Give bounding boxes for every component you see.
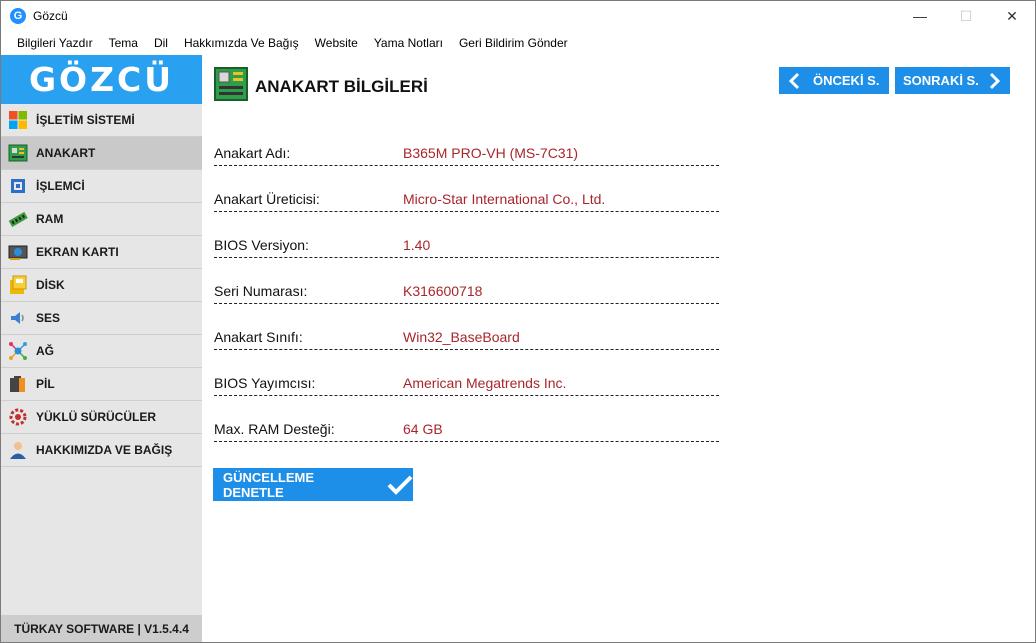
sidebar-item-drivers[interactable]: YÜKLÜ SÜRÜCÜLER	[1, 401, 202, 434]
info-row-max-ram: Max. RAM Desteği: 64 GB	[214, 413, 719, 459]
menu-patch-notes[interactable]: Yama Notları	[366, 36, 451, 50]
gpu-icon	[7, 242, 29, 262]
sidebar-item-label: YÜKLÜ SÜRÜCÜLER	[36, 410, 156, 424]
minimize-button[interactable]: —	[897, 1, 943, 31]
previous-page-label: ÖNCEKİ S.	[813, 73, 880, 88]
info-row-serial-number: Seri Numarası: K316600718	[214, 275, 719, 321]
disk-icon	[7, 275, 29, 295]
sidebar-item-label: AĞ	[36, 344, 54, 358]
info-value: Win32_BaseBoard	[403, 329, 520, 345]
person-icon	[7, 440, 29, 460]
info-row-manufacturer: Anakart Üreticisi: Micro-Star Internatio…	[214, 183, 719, 229]
menu-language[interactable]: Dil	[146, 36, 176, 50]
app-logo-icon: G	[10, 8, 26, 24]
window-controls: — ☐ ✕	[897, 1, 1035, 31]
sidebar-item-label: İŞLETİM SİSTEMİ	[36, 113, 135, 127]
sidebar-item-network[interactable]: AĞ	[1, 335, 202, 368]
next-page-label: SONRAKİ S.	[903, 73, 979, 88]
menu-website[interactable]: Website	[307, 36, 366, 50]
sidebar-item-disk[interactable]: DİSK	[1, 269, 202, 302]
info-label: Anakart Üreticisi:	[214, 191, 320, 207]
window-title: Gözcü	[33, 9, 68, 23]
sidebar-item-label: İŞLEMCİ	[36, 179, 85, 193]
next-page-button[interactable]: SONRAKİ S.	[895, 67, 1010, 94]
info-label: Anakart Sınıfı:	[214, 329, 303, 345]
motherboard-icon	[7, 143, 29, 163]
close-button[interactable]: ✕	[989, 1, 1035, 31]
separator	[214, 441, 719, 447]
menu-send-feedback[interactable]: Geri Bildirim Gönder	[451, 36, 576, 50]
info-label: Seri Numarası:	[214, 283, 308, 299]
info-label: Max. RAM Desteği:	[214, 421, 335, 437]
checkmark-icon	[387, 475, 413, 495]
sidebar-item-os[interactable]: İŞLETİM SİSTEMİ	[1, 104, 202, 137]
previous-page-button[interactable]: ÖNCEKİ S.	[779, 67, 889, 94]
windows-icon	[7, 110, 29, 130]
sidebar-item-battery[interactable]: PİL	[1, 368, 202, 401]
separator	[214, 257, 719, 263]
info-value: B365M PRO-VH (MS-7C31)	[403, 145, 579, 161]
cpu-icon	[7, 176, 29, 196]
sidebar-item-sound[interactable]: SES	[1, 302, 202, 335]
sidebar-item-label: PİL	[36, 377, 55, 391]
separator	[214, 165, 719, 171]
drivers-icon	[7, 407, 29, 427]
battery-icon	[7, 374, 29, 394]
sidebar-item-ram[interactable]: RAM	[1, 203, 202, 236]
speaker-icon	[7, 308, 29, 328]
menu-bar: Bilgileri Yazdır Tema Dil Hakkımızda Ve …	[1, 31, 1035, 55]
ram-icon	[7, 209, 29, 229]
info-row-board-name: Anakart Adı: B365M PRO-VH (MS-7C31)	[214, 137, 719, 183]
separator	[214, 211, 719, 217]
menu-about-donate[interactable]: Hakkımızda Ve Bağış	[176, 36, 307, 50]
sidebar-item-cpu[interactable]: İŞLEMCİ	[1, 170, 202, 203]
info-value: American Megatrends Inc.	[403, 375, 567, 391]
sidebar-item-label: ANAKART	[36, 146, 96, 160]
page-title: ANAKART BİLGİLERİ	[255, 76, 428, 96]
sidebar-item-about[interactable]: HAKKIMIZDA VE BAĞIŞ	[1, 434, 202, 467]
info-label: BIOS Versiyon:	[214, 237, 309, 253]
menu-theme[interactable]: Tema	[101, 36, 146, 50]
info-label: BIOS Yayımcısı:	[214, 375, 316, 391]
info-value: K316600718	[403, 283, 483, 299]
maximize-button[interactable]: ☐	[943, 1, 989, 31]
motherboard-info-table: Anakart Adı: B365M PRO-VH (MS-7C31) Anak…	[214, 137, 719, 459]
main-panel: ANAKART BİLGİLERİ ÖNCEKİ S. SONRAKİ S. A…	[202, 55, 1035, 642]
separator	[214, 349, 719, 355]
brand-logo: GÖZCÜ	[1, 55, 202, 104]
chevron-left-icon	[779, 72, 809, 90]
sidebar-item-motherboard[interactable]: ANAKART	[1, 137, 202, 170]
sidebar-item-label: SES	[36, 311, 61, 325]
motherboard-icon	[214, 67, 248, 106]
sidebar-item-gpu[interactable]: EKRAN KARTI	[1, 236, 202, 269]
separator	[214, 395, 719, 401]
info-row-bios-publisher: BIOS Yayımcısı: American Megatrends Inc.	[214, 367, 719, 413]
sidebar-item-label: HAKKIMIZDA VE BAĞIŞ	[36, 443, 173, 457]
app-window: G Gözcü — ☐ ✕ Bilgileri Yazdır Tema Dil …	[0, 0, 1036, 643]
info-label: Anakart Adı:	[214, 145, 291, 161]
menu-print-info[interactable]: Bilgileri Yazdır	[9, 36, 101, 50]
info-value: 1.40	[403, 237, 431, 253]
sidebar: GÖZCÜ İŞLETİM SİSTEMİ ANAKART İŞLEMCİ RA…	[1, 55, 202, 642]
info-value: 64 GB	[403, 421, 443, 437]
title-bar: G Gözcü — ☐ ✕	[1, 1, 1035, 31]
check-updates-label: GÜNCELLEME DENETLE	[223, 469, 314, 500]
network-icon	[7, 341, 29, 361]
sidebar-item-label: RAM	[36, 212, 64, 226]
version-footer: TÜRKAY SOFTWARE | V1.5.4.4	[1, 615, 202, 642]
sidebar-item-label: EKRAN KARTI	[36, 245, 119, 259]
info-row-board-class: Anakart Sınıfı: Win32_BaseBoard	[214, 321, 719, 367]
page-header: ANAKART BİLGİLERİ	[214, 67, 428, 106]
info-row-bios-version: BIOS Versiyon: 1.40	[214, 229, 719, 275]
info-value: Micro-Star International Co., Ltd.	[403, 191, 606, 207]
separator	[214, 303, 719, 309]
chevron-right-icon	[980, 72, 1010, 90]
sidebar-item-label: DİSK	[36, 278, 65, 292]
check-updates-button[interactable]: GÜNCELLEME DENETLE	[213, 468, 413, 501]
